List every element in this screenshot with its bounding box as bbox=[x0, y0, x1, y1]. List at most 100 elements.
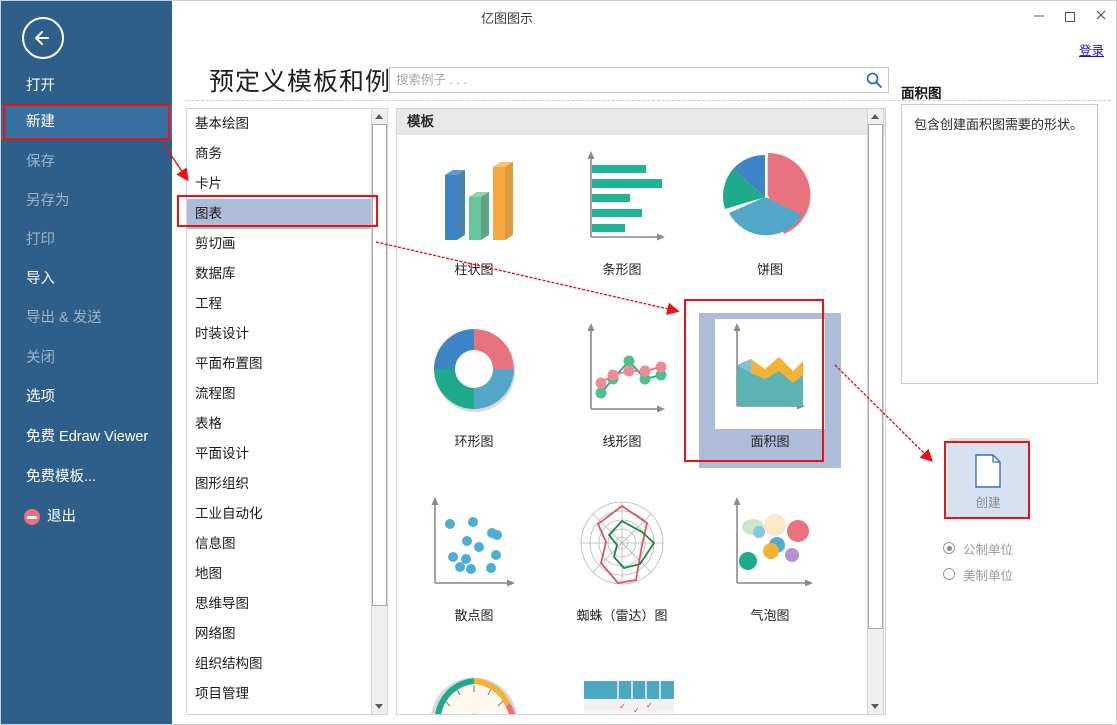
template-gantt-chart[interactable]: ✓✓✓ ✓✓ ✓✓✓ bbox=[551, 661, 693, 715]
template-gauge-chart[interactable] bbox=[403, 661, 545, 715]
radio-imperial-units[interactable]: 美制单位 bbox=[943, 565, 1103, 585]
scrollbar-thumb[interactable] bbox=[868, 124, 883, 629]
template-scatter-chart[interactable]: 散点图 bbox=[403, 487, 545, 642]
scroll-up-button[interactable] bbox=[868, 109, 883, 124]
category-label: 项目管理 bbox=[195, 686, 249, 701]
category-item-13[interactable]: 工业自动化 bbox=[187, 499, 371, 529]
login-link[interactable]: 登录 bbox=[1079, 40, 1104, 59]
close-button[interactable] bbox=[1085, 5, 1117, 27]
category-item-18[interactable]: 组织结构图 bbox=[187, 649, 371, 679]
minimize-button[interactable] bbox=[1023, 5, 1055, 27]
sidebar-item-import[interactable]: 导入 bbox=[1, 262, 172, 296]
sidebar-item-new[interactable]: 新建 bbox=[1, 105, 172, 139]
edraw-app-window: 亿图图示 打开 新建 保存 另存为 打印 导入 导出 & 发送 关闭 选项 免费… bbox=[0, 0, 1117, 725]
category-item-17[interactable]: 网络图 bbox=[187, 619, 371, 649]
maximize-button[interactable] bbox=[1054, 5, 1086, 27]
window-title: 亿图图示 bbox=[481, 8, 533, 27]
radio-metric-label: 公制单位 bbox=[963, 539, 1013, 558]
template-pie-chart[interactable]: 饼图 bbox=[699, 141, 841, 296]
category-item-6[interactable]: 工程 bbox=[187, 289, 371, 319]
chevron-up-icon bbox=[375, 114, 383, 119]
category-item-14[interactable]: 信息图 bbox=[187, 529, 371, 559]
template-label: 柱状图 bbox=[403, 259, 545, 278]
scatter-chart-thumb bbox=[403, 487, 545, 605]
svg-text:✓: ✓ bbox=[646, 701, 653, 710]
category-scrollbar[interactable] bbox=[371, 108, 388, 715]
radio-metric-units[interactable]: 公制单位 bbox=[943, 539, 1103, 559]
category-item-19[interactable]: 项目管理 bbox=[187, 679, 371, 709]
search-icon[interactable] bbox=[865, 71, 883, 89]
template-area-chart[interactable]: 面积图 bbox=[699, 313, 841, 468]
bar-chart-thumb bbox=[551, 141, 693, 259]
sidebar-item-exit[interactable]: 退出 bbox=[1, 500, 172, 534]
category-item-10[interactable]: 表格 bbox=[187, 409, 371, 439]
detail-title: 面积图 bbox=[901, 82, 942, 102]
template-column-chart[interactable]: 柱状图 bbox=[403, 141, 545, 296]
category-label: 平面设计 bbox=[195, 446, 249, 461]
bubble-chart-thumb bbox=[699, 487, 841, 605]
category-label: 时装设计 bbox=[195, 326, 249, 341]
sidebar-label: 打开 bbox=[26, 78, 55, 94]
create-button[interactable]: 创建 bbox=[947, 442, 1029, 518]
sidebar-label: 打印 bbox=[26, 232, 55, 248]
template-label: 线形图 bbox=[551, 431, 693, 450]
category-item-16[interactable]: 思维导图 bbox=[187, 589, 371, 619]
category-label: 工程 bbox=[195, 296, 222, 311]
area-chart-thumb bbox=[699, 313, 841, 431]
maximize-icon bbox=[1065, 12, 1075, 22]
category-item-0[interactable]: 基本绘图 bbox=[187, 109, 371, 139]
sidebar-item-export-send[interactable]: 导出 & 发送 bbox=[1, 301, 172, 335]
template-label: 气泡图 bbox=[699, 605, 841, 624]
sidebar-item-edraw-viewer[interactable]: 免费 Edraw Viewer bbox=[1, 420, 172, 454]
sidebar-item-free-templates[interactable]: 免费模板... bbox=[1, 460, 172, 494]
sidebar-item-options[interactable]: 选项 bbox=[1, 380, 172, 414]
scroll-up-button[interactable] bbox=[372, 109, 387, 124]
column-chart-thumb bbox=[403, 141, 545, 259]
category-item-9[interactable]: 流程图 bbox=[187, 379, 371, 409]
category-label: 基本绘图 bbox=[195, 116, 249, 131]
category-item-charts[interactable]: 图表 bbox=[187, 199, 371, 229]
exit-icon bbox=[24, 509, 40, 525]
new-document-icon bbox=[974, 454, 1002, 488]
category-item-4[interactable]: 剪切画 bbox=[187, 229, 371, 259]
scrollbar-thumb[interactable] bbox=[372, 124, 387, 606]
sidebar-label: 另存为 bbox=[26, 193, 70, 209]
svg-text:✓: ✓ bbox=[619, 702, 626, 711]
category-item-7[interactable]: 时装设计 bbox=[187, 319, 371, 349]
search-box bbox=[389, 67, 889, 93]
radar-chart-thumb bbox=[551, 487, 693, 605]
template-scrollbar[interactable] bbox=[867, 108, 884, 715]
template-bar-chart[interactable]: 条形图 bbox=[551, 141, 693, 296]
search-input[interactable] bbox=[390, 68, 858, 92]
gantt-chart-thumb: ✓✓✓ ✓✓ ✓✓✓ bbox=[551, 661, 693, 715]
template-bubble-chart[interactable]: 气泡图 bbox=[699, 487, 841, 642]
template-label: 蜘蛛（雷达）图 bbox=[551, 605, 693, 624]
back-arrow-icon[interactable] bbox=[22, 17, 64, 59]
category-label: 剪切画 bbox=[195, 236, 236, 251]
sidebar-label: 选项 bbox=[26, 389, 55, 405]
sidebar-item-open[interactable]: 打开 bbox=[1, 69, 172, 103]
category-list: 基本绘图 商务 卡片 图表 剪切画 数据库 工程 时装设计 平面布置图 流程图 … bbox=[186, 108, 371, 715]
category-item-1[interactable]: 商务 bbox=[187, 139, 371, 169]
chevron-up-icon bbox=[871, 114, 879, 119]
category-item-8[interactable]: 平面布置图 bbox=[187, 349, 371, 379]
category-label: 工业自动化 bbox=[195, 506, 263, 521]
category-item-12[interactable]: 图形组织 bbox=[187, 469, 371, 499]
sidebar-item-save[interactable]: 保存 bbox=[1, 145, 172, 179]
line-chart-thumb bbox=[551, 313, 693, 431]
category-item-15[interactable]: 地图 bbox=[187, 559, 371, 589]
category-label: 网络图 bbox=[195, 626, 236, 641]
template-line-chart[interactable]: 线形图 bbox=[551, 313, 693, 468]
category-item-2[interactable]: 卡片 bbox=[187, 169, 371, 199]
template-label: 散点图 bbox=[403, 605, 545, 624]
sidebar-item-close[interactable]: 关闭 bbox=[1, 341, 172, 375]
scroll-down-button[interactable] bbox=[868, 699, 883, 714]
sidebar-item-print[interactable]: 打印 bbox=[1, 223, 172, 257]
scroll-down-button[interactable] bbox=[372, 699, 387, 714]
template-label: 面积图 bbox=[699, 431, 841, 450]
template-doughnut-chart[interactable]: 环形图 bbox=[403, 313, 545, 468]
category-item-5[interactable]: 数据库 bbox=[187, 259, 371, 289]
template-radar-chart[interactable]: 蜘蛛（雷达）图 bbox=[551, 487, 693, 642]
sidebar-item-save-as[interactable]: 另存为 bbox=[1, 184, 172, 218]
category-item-11[interactable]: 平面设计 bbox=[187, 439, 371, 469]
